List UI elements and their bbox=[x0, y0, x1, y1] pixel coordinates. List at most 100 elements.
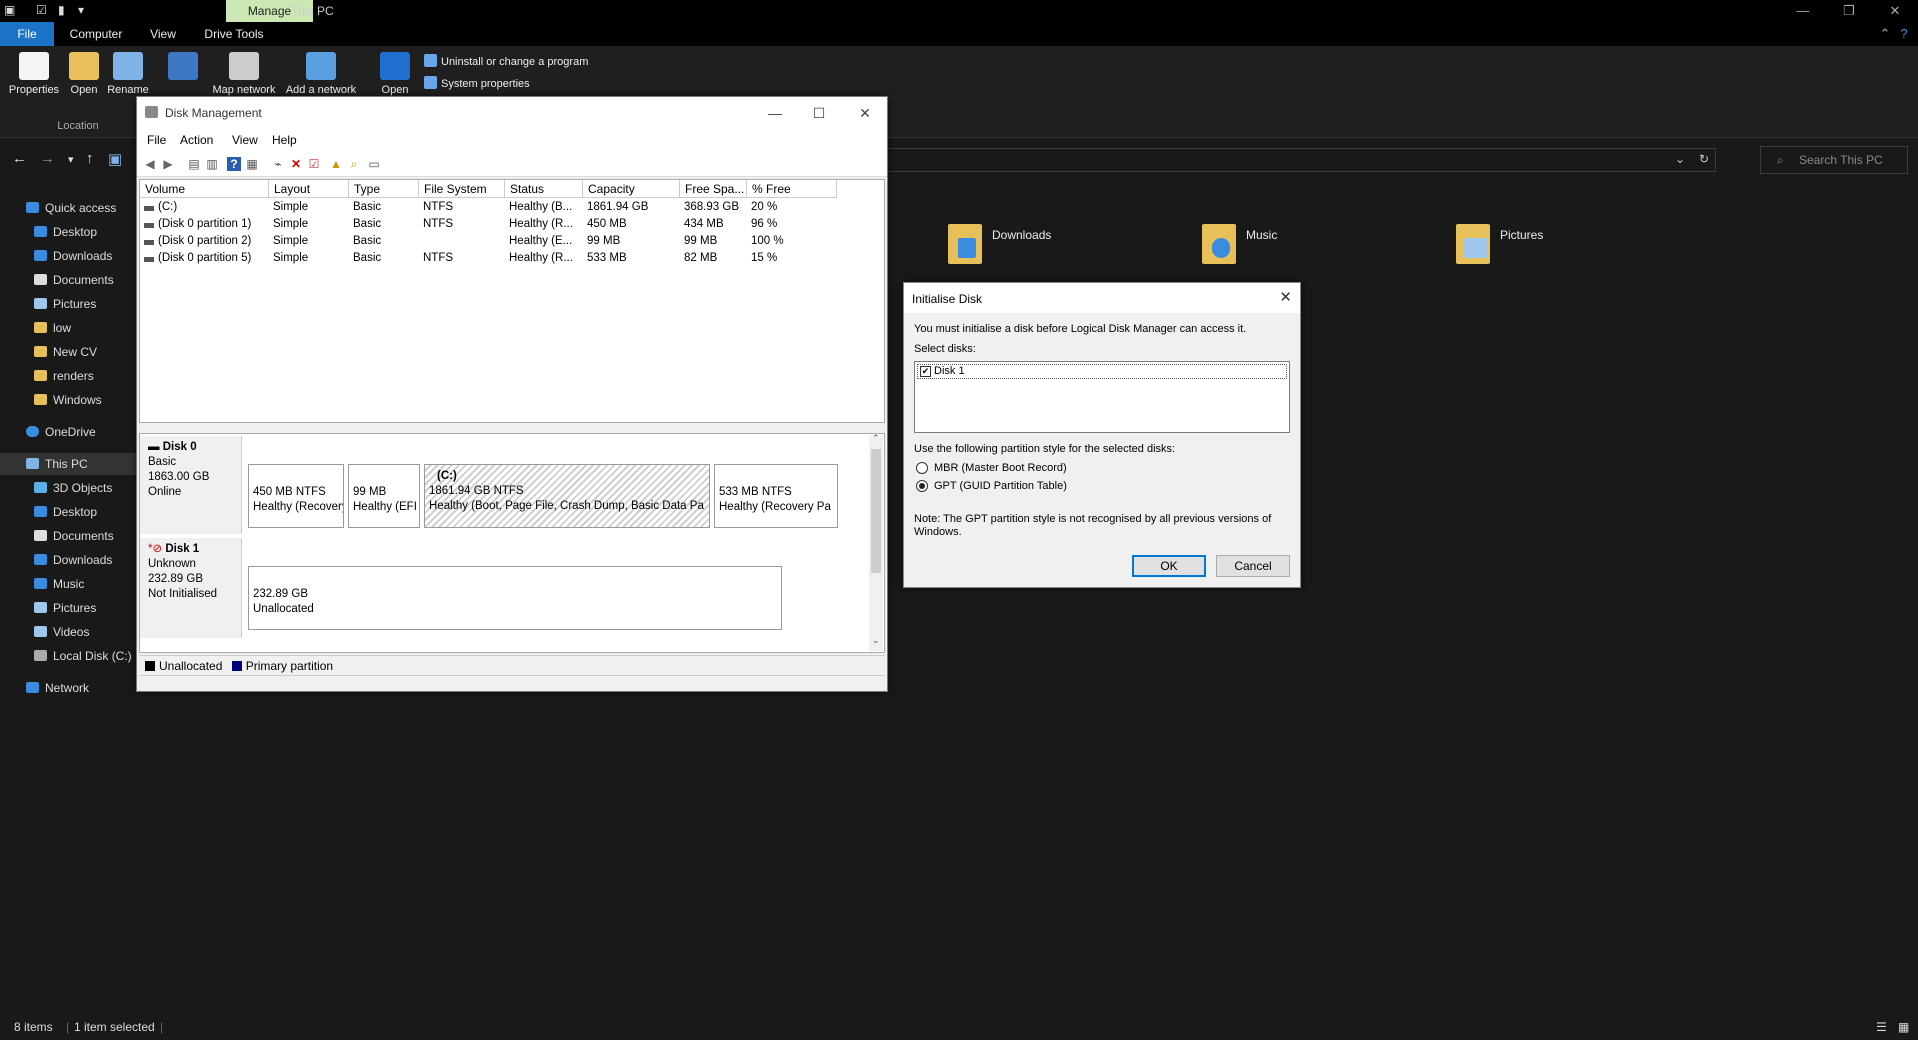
scrollbar-thumb[interactable] bbox=[871, 449, 881, 573]
nav-pc-pictures[interactable]: Pictures bbox=[0, 597, 96, 619]
tab-file[interactable]: File bbox=[0, 22, 54, 46]
disk-0-partition-c[interactable]: (C:) 1861.94 GB NTFS Healthy (Boot, Page F… bbox=[424, 464, 710, 528]
connect-icon[interactable]: ⌁ bbox=[271, 157, 285, 171]
minimize-icon[interactable]: — bbox=[1780, 0, 1826, 22]
back-icon[interactable]: ← bbox=[12, 150, 27, 167]
dm-minimize-icon[interactable]: — bbox=[753, 101, 797, 125]
list-icon[interactable]: ▦ bbox=[245, 157, 259, 171]
refresh-icon[interactable]: ↻ bbox=[1699, 152, 1709, 166]
nav-documents[interactable]: Documents bbox=[0, 269, 114, 291]
disk-view-scrollbar[interactable]: ⌃ ⌄ bbox=[869, 433, 883, 651]
volume-row[interactable]: (Disk 0 partition 1) Simple Basic NTFS Healt… bbox=[140, 217, 884, 233]
gpt-option[interactable]: GPT (GUID Partition Table) bbox=[916, 479, 1116, 495]
close-icon[interactable]: ✕ bbox=[1872, 0, 1918, 22]
large-icons-view-icon[interactable]: ▦ bbox=[1898, 1014, 1909, 1040]
open-button[interactable]: Open bbox=[66, 52, 102, 96]
nav-local-disk-c[interactable]: Local Disk (C:) bbox=[0, 645, 132, 667]
column-layout[interactable]: Layout bbox=[269, 180, 349, 198]
folder-music[interactable]: Music bbox=[1202, 214, 1442, 270]
details-view-icon[interactable]: ☰ bbox=[1876, 1014, 1887, 1040]
folder-downloads[interactable]: Downloads bbox=[948, 214, 1188, 270]
disk-0-partition-recovery-5[interactable]: 533 MB NTFS Healthy (Recovery Pa bbox=[714, 464, 838, 528]
nav-pc-desktop[interactable]: Desktop bbox=[0, 501, 97, 523]
disk-1-checkbox[interactable]: ✔ bbox=[920, 366, 931, 377]
delete-icon[interactable]: ✕ bbox=[289, 157, 303, 171]
volume-row[interactable]: (Disk 0 partition 2) Simple Basic Healthy (… bbox=[140, 234, 884, 250]
column-status[interactable]: Status bbox=[505, 180, 583, 198]
uninstall-program-button[interactable]: Uninstall or change a program bbox=[424, 54, 588, 68]
dm-menu-view[interactable]: View bbox=[232, 133, 258, 147]
nav-quick-access[interactable]: Quick access bbox=[0, 197, 116, 219]
check-icon[interactable]: ☑ bbox=[307, 157, 321, 171]
restore-icon[interactable]: ❐ bbox=[1826, 0, 1872, 22]
address-dropdown-icon[interactable]: ⌄ bbox=[1675, 152, 1685, 166]
nav-pictures[interactable]: Pictures bbox=[0, 293, 96, 315]
add-network-location-button[interactable]: Add a network bbox=[282, 52, 360, 96]
folder-up-icon[interactable]: ▲ bbox=[329, 157, 343, 171]
back-icon[interactable]: ◀ bbox=[143, 157, 157, 171]
column-free-space[interactable]: Free Spa... bbox=[680, 180, 747, 198]
rename-button[interactable]: Rename bbox=[104, 52, 152, 96]
nav-windows[interactable]: Windows bbox=[0, 389, 102, 411]
properties-quick-icon[interactable]: ☑ bbox=[36, 3, 47, 17]
disk-1-list-item[interactable]: ✔ Disk 1 bbox=[917, 364, 1287, 379]
disk-0-partition-recovery-1[interactable]: 450 MB NTFSHealthy (Recovery P bbox=[248, 464, 344, 528]
forward-icon[interactable]: ▶ bbox=[161, 157, 175, 171]
nav-pc-downloads[interactable]: Downloads bbox=[0, 549, 112, 571]
disk-1-label[interactable]: *⊘ Disk 1 Unknown 232.89 GB Not Initiali… bbox=[140, 538, 242, 638]
dm-menu-action[interactable]: Action bbox=[180, 133, 213, 147]
disk-0-partition-efi[interactable]: 99 MBHealthy (EFI Sy bbox=[348, 464, 420, 528]
nav-low[interactable]: low bbox=[0, 317, 71, 339]
help-icon[interactable]: ? bbox=[1890, 22, 1918, 46]
help-icon[interactable]: ? bbox=[227, 157, 241, 171]
nav-renders[interactable]: renders bbox=[0, 365, 94, 387]
nav-onedrive[interactable]: OneDrive bbox=[0, 421, 96, 443]
search-folder-icon[interactable]: ⌕ bbox=[347, 157, 361, 171]
volume-row[interactable]: (Disk 0 partition 5) Simple Basic NTFS Healt… bbox=[140, 251, 884, 267]
tab-computer[interactable]: Computer bbox=[60, 22, 132, 46]
nav-this-pc[interactable]: This PC bbox=[0, 453, 156, 475]
nav-videos[interactable]: Videos bbox=[0, 621, 89, 643]
gpt-radio[interactable] bbox=[916, 480, 928, 492]
column-capacity[interactable]: Capacity bbox=[583, 180, 680, 198]
volume-list[interactable]: Volume Layout Type File System Status Ca… bbox=[139, 179, 885, 423]
dm-menu-file[interactable]: File bbox=[147, 133, 166, 147]
disk-1-unallocated[interactable]: 232.89 GB Unallocated bbox=[248, 566, 782, 630]
column-volume[interactable]: Volume bbox=[140, 180, 269, 198]
mbr-radio[interactable] bbox=[916, 462, 928, 474]
console-tree-icon[interactable]: ▤ bbox=[187, 157, 201, 171]
nav-new-cv[interactable]: New CV bbox=[0, 341, 97, 363]
ok-button[interactable]: OK bbox=[1132, 555, 1206, 577]
scroll-up-icon[interactable]: ⌃ bbox=[872, 433, 880, 444]
tab-drive-tools[interactable]: Drive Tools bbox=[196, 22, 272, 46]
customize-quick-access-icon[interactable]: ▾ bbox=[78, 3, 84, 17]
nav-pc-documents[interactable]: Documents bbox=[0, 525, 114, 547]
forward-icon[interactable]: → bbox=[40, 150, 55, 167]
window-icon[interactable]: ▭ bbox=[367, 157, 381, 171]
column-type[interactable]: Type bbox=[349, 180, 419, 198]
disk-listbox[interactable]: ✔ Disk 1 bbox=[914, 361, 1290, 433]
nav-network[interactable]: Network bbox=[0, 677, 89, 699]
cancel-button[interactable]: Cancel bbox=[1216, 555, 1290, 577]
up-icon[interactable]: ↑ bbox=[86, 150, 94, 167]
disk-0-label[interactable]: ▬ Disk 0 Basic 1863.00 GB Online bbox=[140, 436, 242, 534]
system-properties-button[interactable]: System properties bbox=[424, 76, 530, 90]
dm-close-icon[interactable]: ✕ bbox=[843, 101, 887, 125]
nav-3d-objects[interactable]: 3D Objects bbox=[0, 477, 112, 499]
access-media-button[interactable]: Access bbox=[160, 52, 206, 84]
nav-downloads[interactable]: Downloads bbox=[0, 245, 112, 267]
dialog-close-icon[interactable]: ✕ bbox=[1279, 288, 1292, 306]
search-input[interactable]: ⌕ Search This PC bbox=[1760, 146, 1908, 174]
column-percent-free[interactable]: % Free bbox=[747, 180, 837, 198]
scroll-down-icon[interactable]: ⌄ bbox=[872, 635, 880, 646]
column-file-system[interactable]: File System bbox=[419, 180, 505, 198]
open-settings-button[interactable]: Open bbox=[374, 52, 416, 96]
nav-music[interactable]: Music bbox=[0, 573, 84, 595]
recent-locations-icon[interactable]: ▾ bbox=[68, 153, 74, 166]
properties-icon[interactable]: ▥ bbox=[205, 157, 219, 171]
volume-row[interactable]: (C:) Simple Basic NTFS Healthy (B... 1861.94 … bbox=[140, 200, 884, 216]
dm-maximize-icon[interactable]: ☐ bbox=[797, 101, 841, 125]
new-folder-quick-icon[interactable]: ▮ bbox=[58, 3, 65, 17]
dm-menu-help[interactable]: Help bbox=[272, 133, 297, 147]
properties-button[interactable]: Properties bbox=[6, 52, 62, 96]
